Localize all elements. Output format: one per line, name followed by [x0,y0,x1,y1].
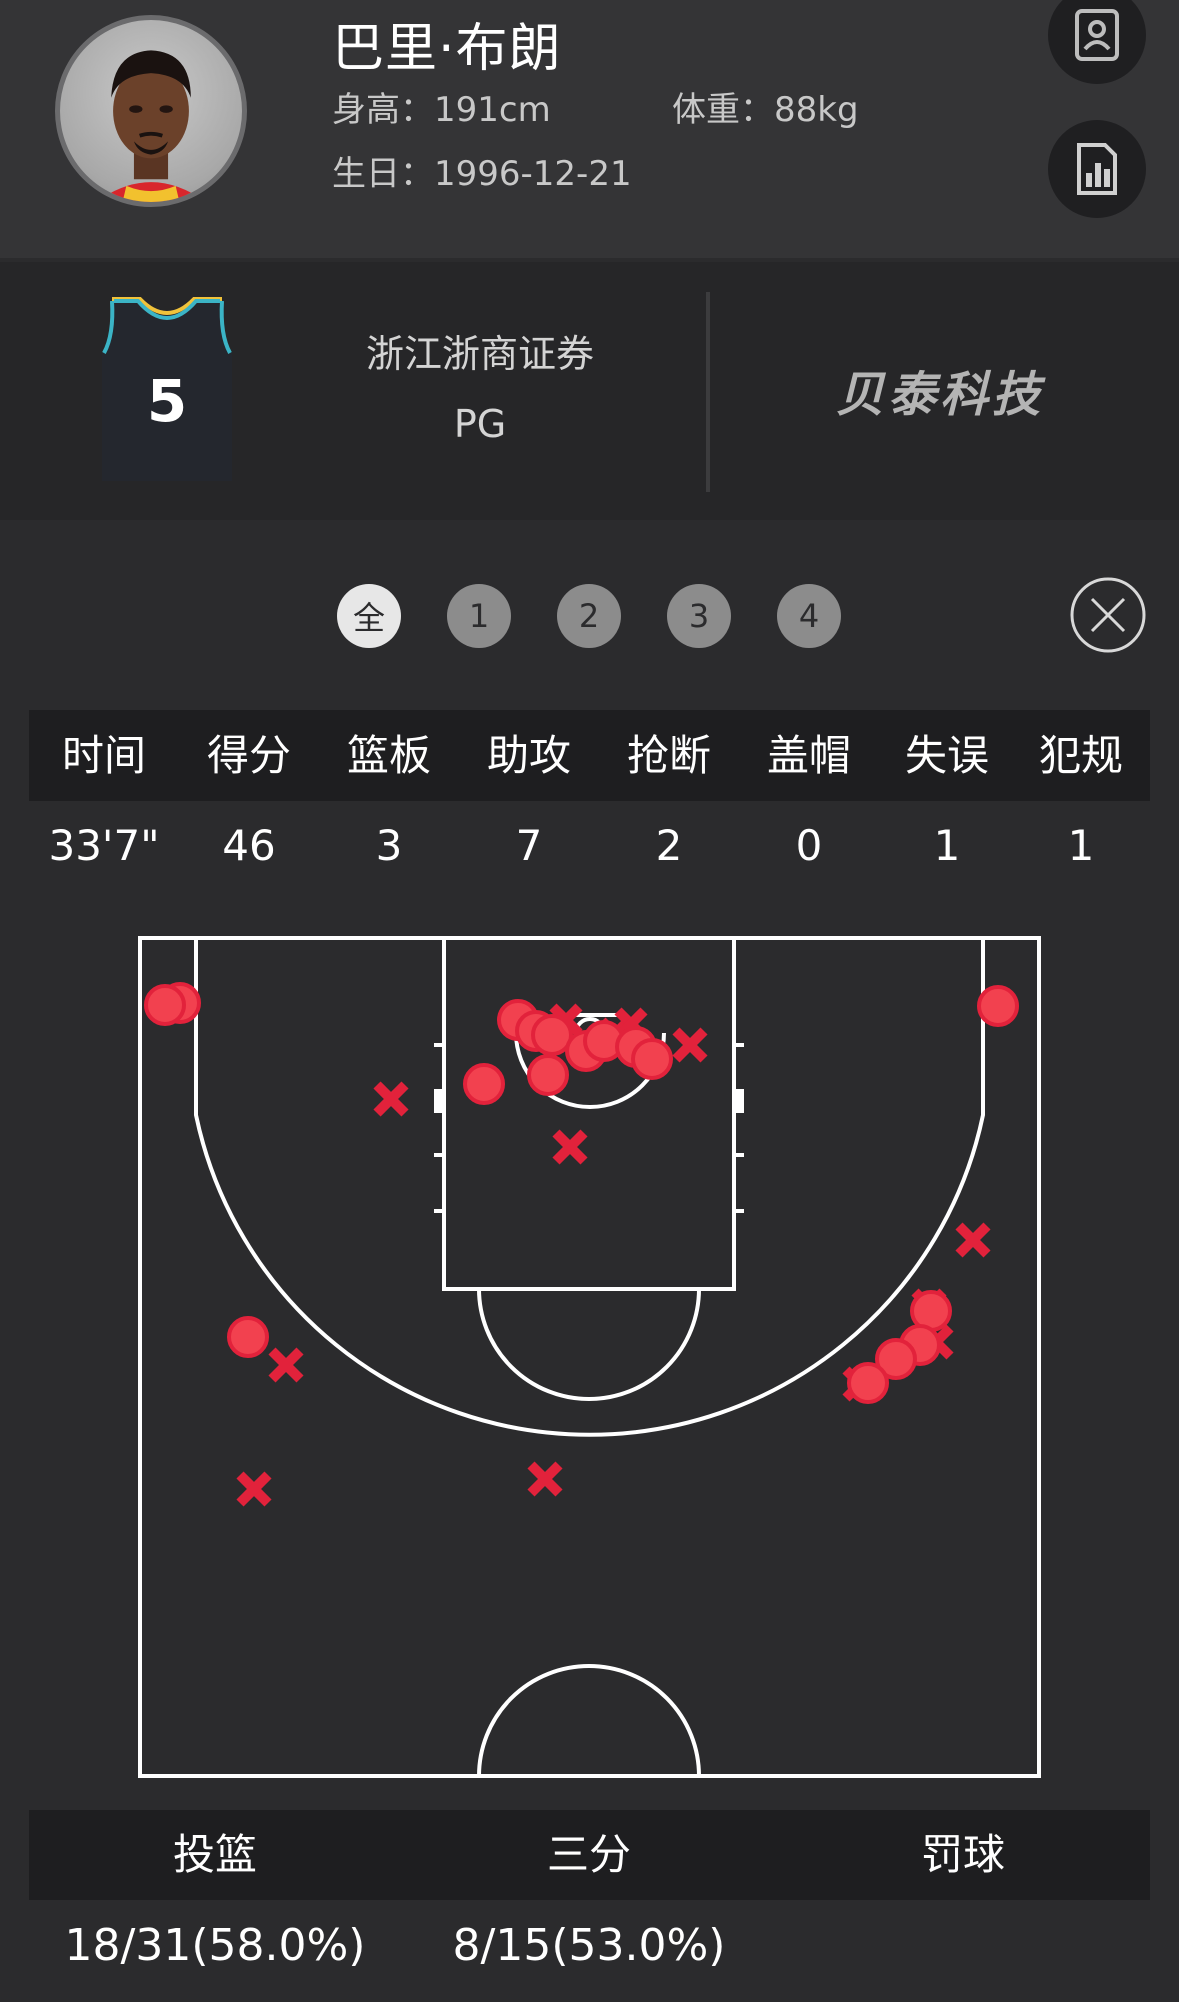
missed-shot-marker[interactable] [373,1081,409,1117]
stat-value-rebounds: 3 [375,821,403,870]
shooting-table-header: 投篮 三分 罚球 [29,1810,1150,1900]
team-name: 浙江浙商证券 [365,332,594,376]
jersey-icon: 5 [102,297,232,481]
player-name: 巴里·布朗 [332,19,562,79]
missed-shot-marker[interactable] [268,1347,304,1383]
quarter-tab-all[interactable]: 全 [337,584,401,648]
missed-shot-marker[interactable] [527,1461,563,1497]
stat-header-fouls: 犯规 [1038,731,1123,780]
quarter-tab-4[interactable]: 4 [777,584,841,648]
made-shot-marker[interactable] [144,984,186,1026]
missed-shot-marker[interactable] [672,1027,708,1063]
divider [706,292,710,492]
shooting-header-fg: 投篮 [172,1830,257,1879]
stats-report-button[interactable] [1048,120,1146,218]
stat-value-fouls: 1 [1067,821,1095,870]
stat-header-turnovers: 失误 [904,731,989,780]
made-shots [144,982,1019,1404]
stat-header-rebounds: 篮板 [346,731,431,780]
profile-card-icon [1075,9,1119,61]
shooting-header-ft: 罚球 [920,1830,1005,1879]
shooting-header-three: 三分 [546,1830,631,1879]
player-birthday: 生日：1996-12-21 [332,154,632,194]
made-shot-marker[interactable] [977,985,1019,1027]
player-avatar [55,15,247,207]
missed-shots [236,1003,991,1507]
made-shot-marker[interactable] [527,1054,569,1096]
stat-header-assists: 助攻 [486,731,571,780]
stat-value-points: 46 [222,821,276,870]
player-weight: 体重：88kg [672,90,859,130]
shooting-table-row: 18/31(58.0%) 8/15(53.0%) [29,1906,1150,1986]
made-shot-marker[interactable] [847,1362,889,1404]
sponsor-logo: 贝泰科技 [835,367,1044,423]
stat-value-turnovers: 1 [933,821,961,870]
stat-header-time: 时间 [61,731,146,780]
stat-header-steals: 抢断 [626,731,711,780]
missed-shot-marker[interactable] [236,1471,272,1507]
bar-chart-document-icon [1077,143,1117,195]
made-shot-marker[interactable] [227,1316,269,1358]
quarter-tab-3[interactable]: 3 [667,584,731,648]
quarter-tab-1[interactable]: 1 [447,584,511,648]
missed-shot-marker[interactable] [552,1129,588,1165]
player-height: 身高：191cm [332,90,551,130]
quarter-tab-2[interactable]: 2 [557,584,621,648]
made-shot-marker[interactable] [631,1038,673,1080]
jersey-number: 5 [147,367,187,435]
stats-table-header: 时间 得分 篮板 助攻 抢断 盖帽 失误 犯规 [29,710,1150,801]
shot-chart-court [138,936,1041,1778]
stat-value-blocks: 0 [795,821,823,870]
stat-value-steals: 2 [655,821,683,870]
shooting-value-three: 8/15(53.0%) [452,1920,726,1971]
shooting-value-fg: 18/31(58.0%) [64,1920,366,1971]
player-position: PG [453,402,507,446]
stat-header-points: 得分 [206,731,291,780]
made-shot-marker[interactable] [463,1063,505,1105]
close-icon[interactable] [1068,575,1148,655]
missed-shot-marker[interactable] [955,1222,991,1258]
stats-table-row: 33'7" 46 3 7 2 0 1 1 [29,806,1150,886]
stat-value-assists: 7 [515,821,543,870]
stat-value-time: 33'7" [48,821,160,870]
stat-header-blocks: 盖帽 [766,731,851,780]
